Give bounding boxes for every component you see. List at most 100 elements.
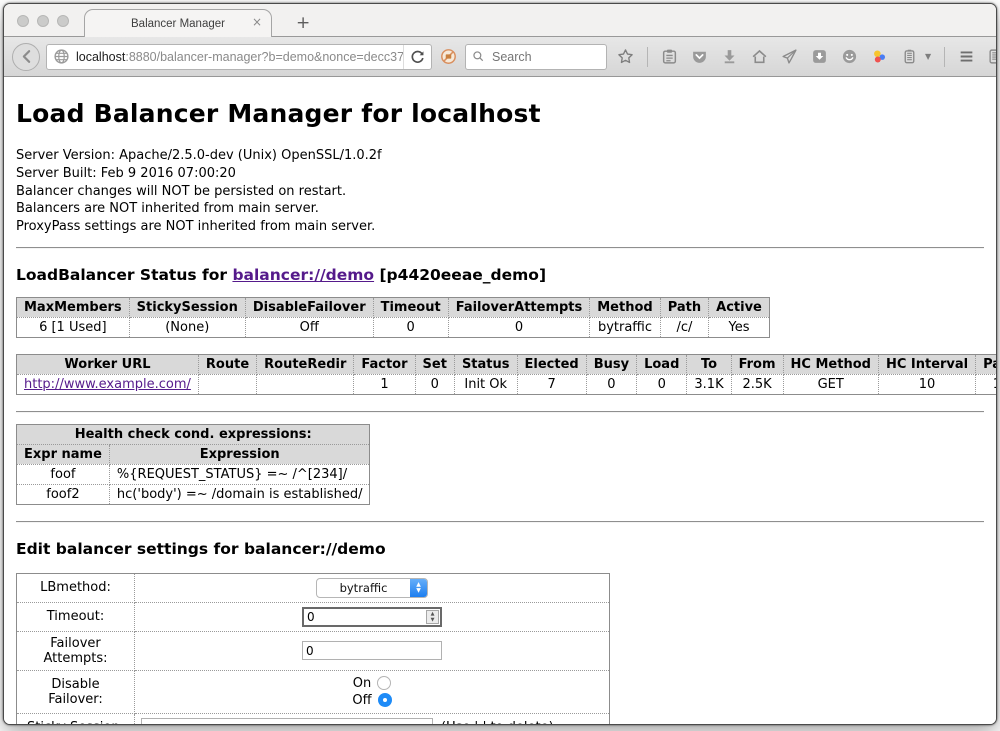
search-input[interactable] [490,49,590,65]
disable-failover-on-radio[interactable] [377,676,391,690]
cell-stickysession: (None) [129,317,245,337]
cell-route [198,374,256,394]
feedback-smiley-icon[interactable] [841,48,858,65]
cell-expr-name: foof [17,464,110,484]
col-hc-method: HC Method [783,354,878,374]
timeout-input[interactable] [302,607,442,627]
hamburger-menu-icon[interactable] [958,48,975,65]
zoom-window-button[interactable] [57,15,69,27]
cell-routeredir [257,374,354,394]
chevron-down-icon[interactable]: ▼ [925,52,931,61]
inherit-note-line: Balancers are NOT inherited from main se… [16,200,984,218]
table-title-row: Health check cond. expressions: [17,424,370,444]
col-expression: Expression [109,444,370,464]
status-heading-prefix: LoadBalancer Status for [16,266,232,284]
titlebar: Balancer Manager × + [4,4,996,37]
new-tab-button[interactable]: + [286,13,320,33]
number-spinner-icon[interactable]: ▲▼ [426,610,439,624]
form-row-timeout: Timeout: ▲▼ [17,602,610,631]
url-text[interactable]: localhost:8880/balancer-manager?b=demo&n… [76,50,403,64]
reading-list-icon[interactable] [661,48,678,65]
lbmethod-label: LBmethod: [17,573,135,602]
url-bar[interactable]: localhost:8880/balancer-manager?b=demo&n… [46,44,432,70]
col-hc-interval: HC Interval [878,354,975,374]
server-version-line: Server Version: Apache/2.5.0-dev (Unix) … [16,147,984,165]
worker-url-link[interactable]: http://www.example.com/ [24,377,191,392]
table-header-row: Worker URL Route RouteRedir Factor Set S… [17,354,997,374]
search-icon [472,50,485,63]
failover-attempts-label: Failover Attempts: [17,631,135,670]
globe-icon [53,48,70,65]
table-row: http://www.example.com/ 1 0 Init Ok 7 0 … [17,374,997,394]
health-check-table: Health check cond. expressions: Expr nam… [16,424,370,505]
cell-expr-name: foof2 [17,484,110,504]
cell-load: 0 [637,374,687,394]
extension-download-icon[interactable] [811,48,828,65]
divider [16,411,984,413]
search-bar[interactable] [465,44,607,70]
col-worker-url: Worker URL [17,354,199,374]
sticky-session-label: Sticky Session: [17,713,135,725]
lbmethod-select[interactable]: bytraffic ▲▼ [316,578,428,598]
close-window-button[interactable] [17,15,29,27]
col-expr-name: Expr name [17,444,110,464]
cell-to: 3.1K [687,374,731,394]
content-blocked-button[interactable] [440,48,457,65]
col-elected: Elected [517,354,586,374]
cell-factor: 1 [354,374,415,394]
navigation-toolbar: localhost:8880/balancer-manager?b=demo&n… [4,37,996,77]
server-info: Server Version: Apache/2.5.0-dev (Unix) … [16,147,984,236]
form-row-disable-failover: Disable Failover: On Off [17,670,610,713]
select-stepper-icon: ▲▼ [410,579,427,597]
failover-attempts-input[interactable] [302,641,442,660]
downloads-icon[interactable] [721,48,738,65]
bookmark-star-icon[interactable] [617,48,634,65]
home-icon[interactable] [751,48,768,65]
disable-failover-off-radio[interactable] [378,693,392,707]
balancer-status-table: MaxMembers StickySession DisableFailover… [16,297,770,338]
color-dots-extension-icon[interactable] [871,48,888,65]
cell-hc-interval: 10 [878,374,975,394]
url-host: localhost [76,50,125,64]
lbmethod-selected-value: bytraffic [317,581,410,595]
battery-extension-icon[interactable] [901,48,918,65]
col-route: Route [198,354,256,374]
edit-balancer-form: LBmethod: bytraffic ▲▼ Timeout: ▲▼ [16,573,610,725]
server-built-line: Server Built: Feb 9 2016 07:00:20 [16,165,984,183]
pocket-icon[interactable] [691,48,708,65]
back-button[interactable] [12,43,40,71]
col-method: Method [590,297,660,317]
edit-settings-heading: Edit balancer settings for balancer://de… [16,540,984,558]
balancer-link[interactable]: balancer://demo [232,266,374,284]
page-title: Load Balancer Manager for localhost [16,99,984,128]
col-maxmembers: MaxMembers [17,297,130,317]
col-busy: Busy [586,354,636,374]
cell-passes: 1 (0) [976,374,996,394]
divider [16,521,984,523]
col-from: From [731,354,783,374]
cell-elected: 7 [517,374,586,394]
table-row: 6 [1 Used] (None) Off 0 0 bytraffic /c/ … [17,317,770,337]
radio-on-label: On [353,676,371,691]
minimize-window-button[interactable] [37,15,49,27]
col-status: Status [454,354,517,374]
tab-balancer-manager[interactable]: Balancer Manager × [84,9,272,37]
col-failoverattempts: FailoverAttempts [448,297,590,317]
col-timeout: Timeout [373,297,448,317]
grid-extension-icon[interactable] [988,48,997,65]
sticky-session-input[interactable] [141,718,433,725]
reload-button[interactable] [403,45,431,69]
col-factor: Factor [354,354,415,374]
timeout-label: Timeout: [17,602,135,631]
blocked-circle-icon [440,48,457,65]
toolbar-separator [647,47,648,67]
cell-method: bytraffic [590,317,660,337]
worker-table: Worker URL Route RouteRedir Factor Set S… [16,354,996,395]
tab-close-icon[interactable]: × [252,16,262,28]
col-load: Load [637,354,687,374]
send-tab-icon[interactable] [781,48,798,65]
reload-icon [409,48,426,65]
cell-maxmembers: 6 [1 Used] [17,317,130,337]
back-arrow-icon [18,48,35,65]
status-heading: LoadBalancer Status for balancer://demo … [16,266,984,284]
